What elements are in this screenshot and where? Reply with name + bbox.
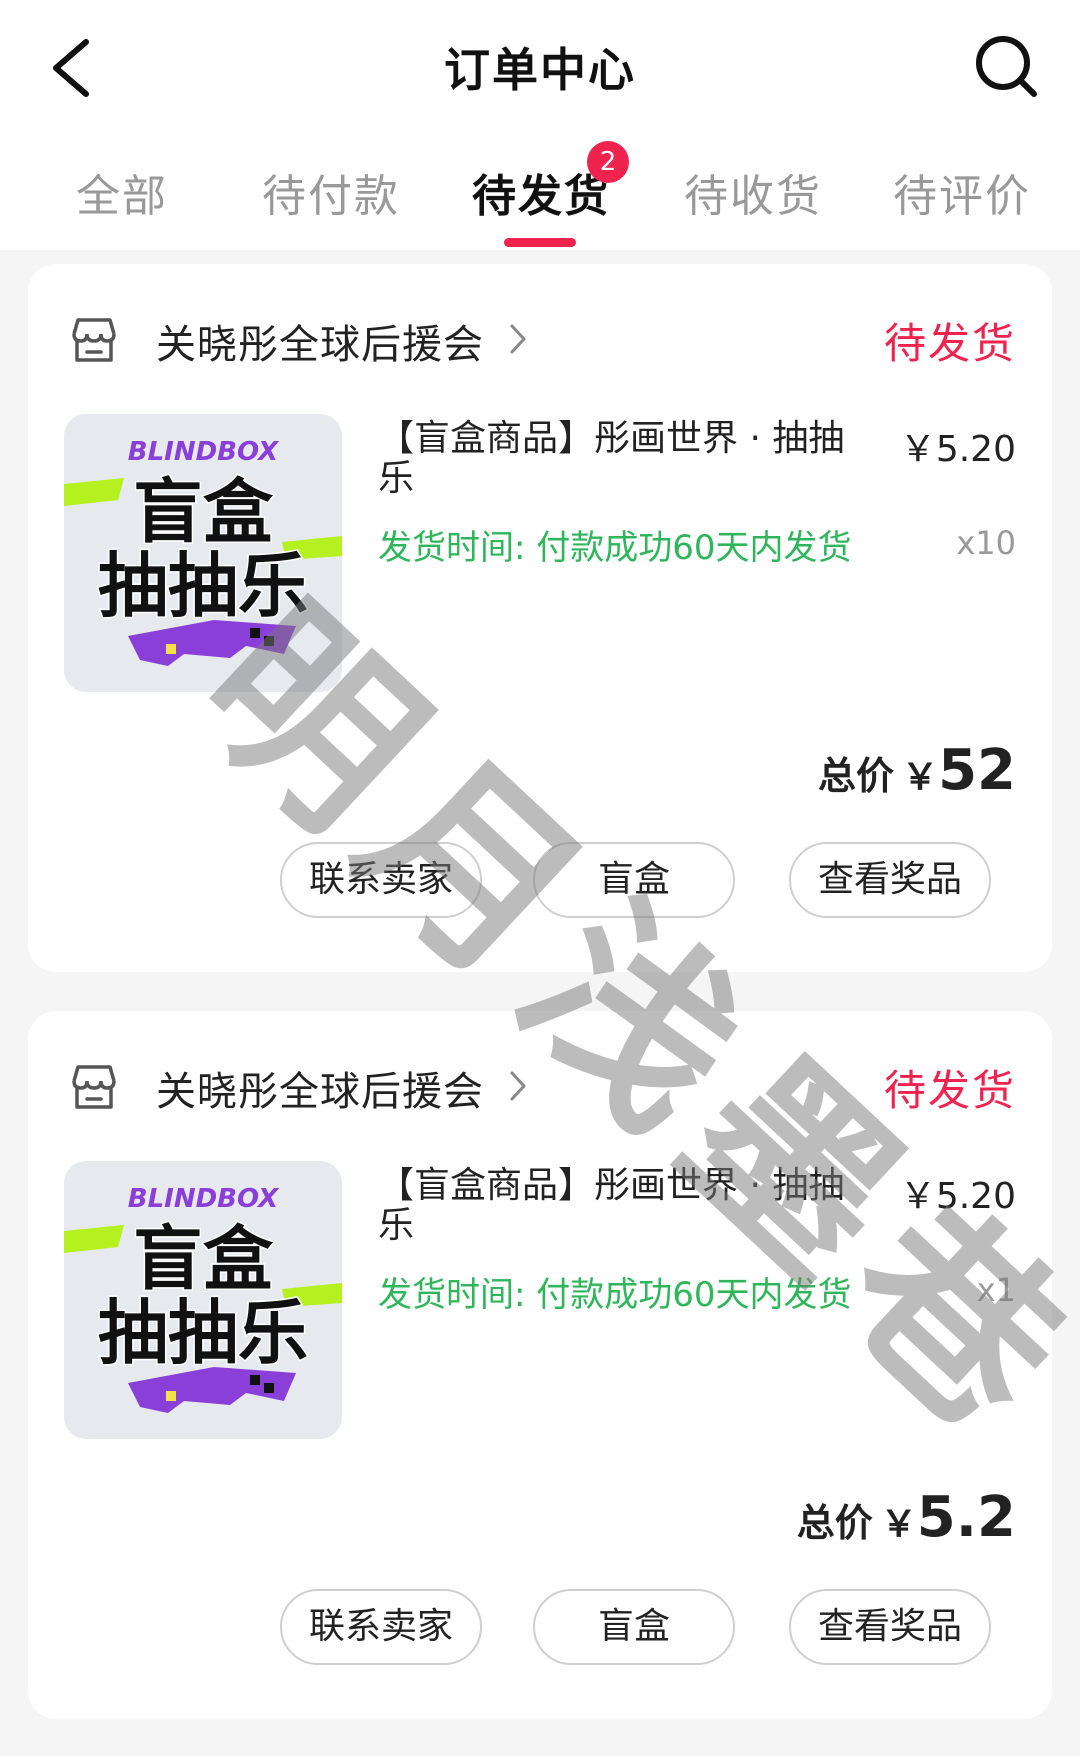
shop-icon (72, 1065, 116, 1109)
product-thumbnail[interactable]: BLINDBOX 盲盒 抽抽乐 (64, 1161, 342, 1439)
total-value: 5.2 (916, 1485, 1016, 1550)
shop-name-link[interactable]: 关晓彤全球后援会 (156, 1059, 484, 1117)
tab-pending-payment[interactable]: 待付款 (262, 160, 400, 224)
order-card: 关晓彤全球后援会 待发货 BLINDBOX 盲盒 抽抽乐 【盲盒商品】彤画世界 … (28, 1011, 1052, 1719)
product-title[interactable]: 【盲盒商品】彤画世界 · 抽抽乐 (378, 419, 868, 499)
chevron-right-icon (510, 1071, 526, 1101)
order-status: 待发货 (883, 1066, 1016, 1115)
total-currency: ￥ (880, 1504, 917, 1545)
total-value: 52 (938, 738, 1016, 803)
blindbox-button[interactable]: 盲盒 (533, 842, 735, 918)
order-card: 关晓彤全球后援会 待发货 BLINDBOX 盲盒 抽抽乐 【盲盒商品】彤画世界 … (28, 264, 1052, 972)
top-bar: 订单中心 全部 待付款 待发货 待收货 待评价 (0, 0, 1080, 250)
order-tabs: 全部 待付款 待发货 待收货 待评价 (0, 150, 1080, 250)
total-label: 总价 (796, 1501, 873, 1545)
unit-price: ￥5.20 (899, 429, 1016, 470)
contact-seller-button[interactable]: 联系卖家 (280, 842, 482, 918)
blindbox-artwork: BLINDBOX 盲盒 抽抽乐 (64, 1161, 342, 1439)
product-title[interactable]: 【盲盒商品】彤画世界 · 抽抽乐 (378, 1166, 868, 1246)
thumb-line2: 抽抽乐 (98, 1292, 308, 1374)
chevron-right-icon (510, 324, 526, 354)
active-tab-indicator (504, 238, 576, 247)
ship-time-note: 发货时间: 付款成功60天内发货 (378, 1275, 852, 1315)
quantity: x1 (976, 1271, 1016, 1309)
contact-seller-button[interactable]: 联系卖家 (280, 1589, 482, 1665)
thumb-line1: 盲盒 (133, 1218, 274, 1300)
thumb-line1: 盲盒 (133, 471, 274, 553)
tab-pending-receipt[interactable]: 待收货 (684, 160, 822, 224)
view-prize-button[interactable]: 查看奖品 (789, 1589, 991, 1665)
order-total: 总价 ￥52 (818, 738, 1016, 803)
shop-name-link[interactable]: 关晓彤全球后援会 (156, 312, 484, 370)
search-button[interactable] (974, 34, 1040, 100)
ship-time-note: 发货时间: 付款成功60天内发货 (378, 528, 852, 568)
quantity: x10 (956, 524, 1016, 562)
tab-all[interactable]: 全部 (76, 160, 168, 224)
unit-price: ￥5.20 (899, 1176, 1016, 1217)
blindbox-button[interactable]: 盲盒 (533, 1589, 735, 1665)
thumb-brand: BLINDBOX (128, 1184, 280, 1214)
product-thumbnail[interactable]: BLINDBOX 盲盒 抽抽乐 (64, 414, 342, 692)
total-label: 总价 (818, 754, 895, 798)
order-status: 待发货 (883, 319, 1016, 368)
blindbox-artwork: BLINDBOX 盲盒 抽抽乐 (64, 414, 342, 692)
tab-badge-count: 2 (587, 141, 629, 183)
tab-pending-review[interactable]: 待评价 (893, 160, 1031, 224)
view-prize-button[interactable]: 查看奖品 (789, 842, 991, 918)
thumb-brand: BLINDBOX (128, 437, 280, 467)
total-currency: ￥ (902, 757, 939, 798)
order-total: 总价 ￥5.2 (797, 1485, 1016, 1550)
page-title: 订单中心 (444, 43, 636, 97)
shop-icon (72, 318, 116, 362)
thumb-line2: 抽抽乐 (98, 545, 308, 627)
search-icon (976, 36, 1037, 97)
